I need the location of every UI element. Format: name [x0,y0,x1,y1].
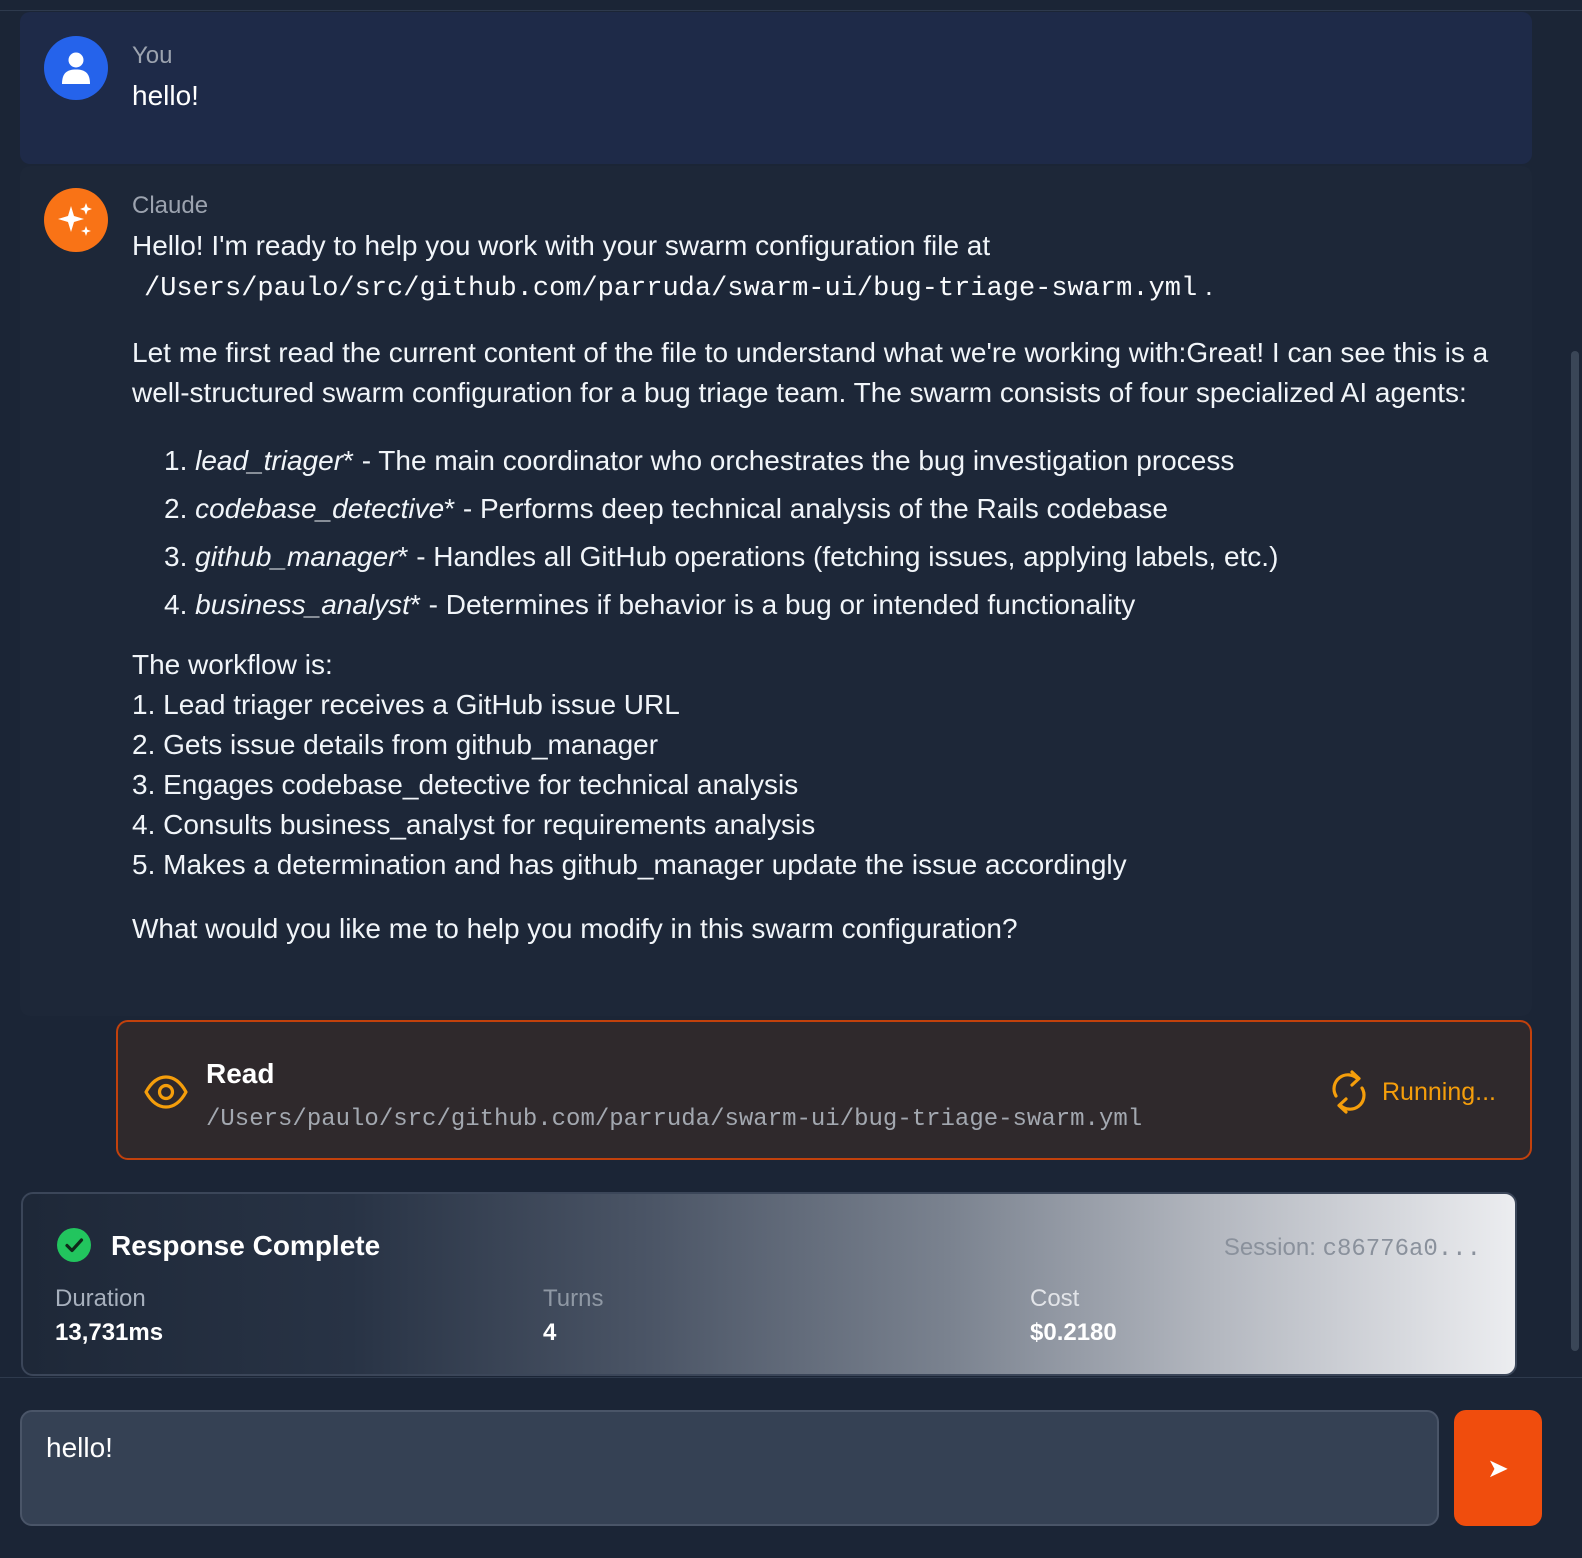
agent-name: business_analyst [195,589,410,620]
stat-duration: Duration 13,731ms [55,1284,163,1350]
check-circle-icon [57,1228,91,1262]
stat-value: 13,731ms [55,1319,164,1346]
tool-name: Read [206,1058,275,1089]
claude-avatar [44,188,108,252]
message-text: hello! [132,80,199,111]
agent-name: lead_triager [195,445,344,476]
send-button[interactable]: ➤ [1454,1410,1542,1526]
scrollbar-thumb[interactable] [1571,351,1579,1351]
list-item: 3. github_manager* - Handles all GitHub … [164,541,1279,572]
refresh-icon [1332,1070,1366,1114]
closing-question: What would you like me to help you modif… [132,913,1018,944]
status-badge: Running... [1382,1078,1496,1106]
stat-turns: Turns 4 [543,1284,603,1350]
stat-cost: Cost $0.2180 [1030,1284,1117,1350]
list-item: 2. codebase_detective* - Performs deep t… [164,493,1168,524]
composer-divider [0,1377,1582,1378]
sparkle-icon [58,203,92,236]
stat-label: Cost [1030,1285,1080,1312]
agents-list: 1. lead_triager* - The main coordinator … [132,437,1512,629]
path-suffix: . [1204,270,1213,301]
top-divider [0,10,1582,11]
workflow-step: 1. Lead triager receives a GitHub issue … [132,689,680,720]
agent-name: codebase_detective [195,493,445,524]
list-item: 1. lead_triager* - The main coordinator … [164,445,1235,476]
message-body: Hello! I'm ready to help you work with y… [132,226,1512,949]
message-input[interactable]: hello! [20,1410,1439,1526]
file-path-line: /Users/paulo/src/github.com/parruda/swar… [132,266,1512,309]
list-item: 4. business_analyst* - Determines if beh… [164,589,1136,620]
sender-name: You [132,42,173,69]
user-icon [62,52,90,84]
inline-code-path: /Users/paulo/src/github.com/parruda/swar… [144,274,1198,304]
stat-label: Turns [543,1285,604,1312]
workflow-step: 4. Consults business_analyst for require… [132,809,816,840]
user-message: You hello! [20,12,1532,164]
agent-name: github_manager [195,541,398,572]
send-arrow-icon: ➤ [1487,1452,1509,1483]
scrollbar[interactable] [1568,11,1582,1389]
description-paragraph: Let me first read the current content of… [132,337,1489,408]
assistant-message: Claude Hello! I'm ready to help you work… [20,166,1532,1016]
sender-name: Claude [132,192,209,219]
eye-icon [144,1075,188,1109]
intro-text: Hello! I'm ready to help you work with y… [132,230,991,261]
workflow-step: 3. Engages codebase_detective for techni… [132,769,799,800]
user-avatar [44,36,108,100]
stat-value: 4 [543,1319,557,1346]
summary-title: Response Complete [111,1230,381,1261]
workflow-step: 5. Makes a determination and has github_… [132,849,1127,880]
workflow-step: 2. Gets issue details from github_manage… [132,729,659,760]
stat-value: $0.2180 [1030,1319,1117,1346]
session-id: Session: c86776a0... [1223,1234,1481,1263]
workflow-heading: The workflow is: [132,649,333,680]
tool-file-path: /Users/paulo/src/github.com/parruda/swar… [206,1106,1143,1133]
tool-call-card[interactable]: Read /Users/paulo/src/github.com/parruda… [116,1020,1532,1160]
response-summary-card: Response Complete Session: c86776a0... D… [21,1192,1517,1376]
stat-label: Duration [55,1285,146,1312]
